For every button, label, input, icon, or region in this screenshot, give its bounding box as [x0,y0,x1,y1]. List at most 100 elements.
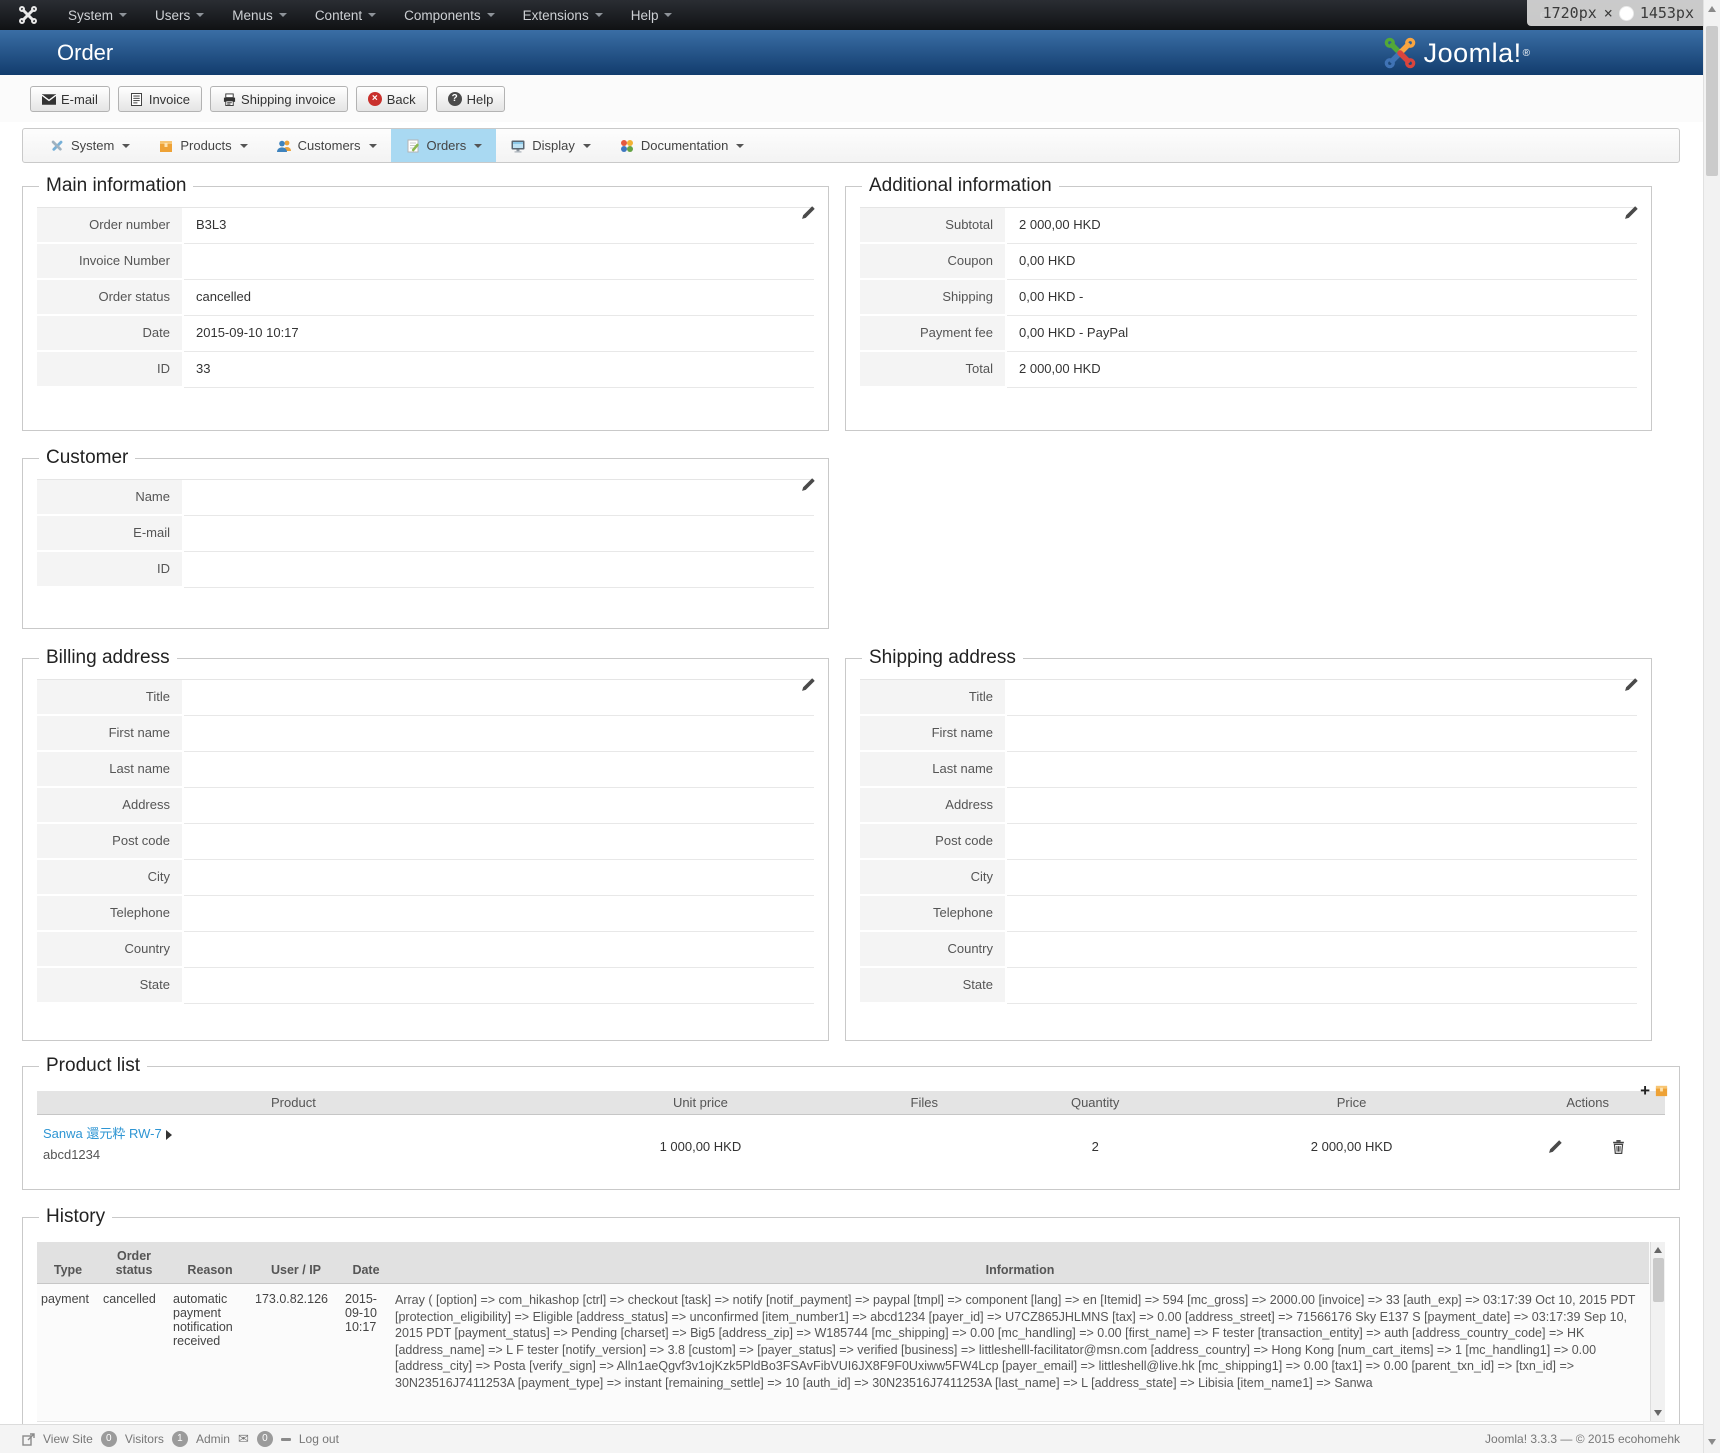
field-value: 0,00 HKD - [1007,280,1637,316]
field-value [1007,716,1637,752]
admin-menu-help[interactable]: Help [617,0,687,30]
field-row: City [37,860,814,896]
hikashop-menu-system[interactable]: System [35,129,144,162]
shipping-invoice-button[interactable]: Shipping invoice [210,86,348,112]
column-header: User / IP [270,1263,322,1277]
hikashop-menu-display[interactable]: Display [496,129,605,162]
field-row: First name [37,716,814,752]
chevron-down-icon [474,143,483,148]
scroll-down-icon[interactable] [1708,1439,1716,1445]
edit-pencil-icon[interactable] [1624,677,1639,692]
trash-icon[interactable] [1612,1139,1627,1154]
menu-label: Orders [426,138,467,153]
add-product-icon[interactable]: + [1640,1082,1650,1099]
menu-label: Menus [232,7,273,23]
help-button[interactable]: ? Help [435,86,506,112]
column-header: Date [352,1263,380,1277]
field-label: Coupon [860,244,1005,280]
field-label: Last name [37,752,182,788]
admin-menu-users[interactable]: Users [141,0,218,30]
hikashop-menu-documentation[interactable]: Documentation [605,129,758,162]
visitors-link[interactable]: Visitors [125,1432,164,1446]
tools-icon [49,138,65,154]
admin-menu-content[interactable]: Content [301,0,390,30]
invoice-button[interactable]: Invoice [117,86,203,112]
browser-scrollbar[interactable] [1703,0,1720,1453]
invoice-icon [130,92,144,106]
field-label: Address [37,788,182,824]
field-value [184,680,814,716]
field-value [184,752,814,788]
history-row: payment cancelled automatic payment noti… [37,1284,1649,1399]
hikashop-menu-orders[interactable]: Orders [390,129,497,162]
hikashop-menu-customers[interactable]: Customers [262,129,391,162]
back-button[interactable]: × Back [355,86,428,112]
field-label: Post code [37,824,182,860]
admin-menu-components[interactable]: Components [390,0,509,30]
field-row: ID [37,552,814,588]
scroll-up-icon[interactable] [1708,6,1716,12]
menu-label: Display [532,138,575,153]
chevron-down-icon [239,143,248,148]
view-site-link[interactable]: View Site [43,1432,93,1446]
history-information: Array ( [option] => com_hikashop [ctrl] … [395,1293,1636,1390]
history-scroll-area: Type Order status Reason User / IP Date … [37,1242,1665,1422]
panel-legend: Main information [46,175,187,196]
field-row: Payment fee 0,00 HKD - PayPal [860,316,1637,352]
field-row: State [37,968,814,1004]
field-value [1007,752,1637,788]
field-value: 2 000,00 HKD [1007,208,1637,244]
field-label: Country [37,932,182,968]
menu-label: Users [155,7,191,23]
field-label: Last name [860,752,1005,788]
field-label: Order status [37,280,182,316]
field-row: Last name [860,752,1637,788]
product-code: abcd1234 [43,1147,101,1162]
edit-pencil-icon[interactable] [801,477,816,492]
field-value [184,552,814,588]
field-row: E-mail [37,516,814,552]
joomla-admin-logo-icon [18,5,38,25]
history-scrollbar[interactable] [1650,1242,1665,1421]
field-label: Country [860,932,1005,968]
chevron-down-icon [594,13,603,17]
field-label: ID [37,552,182,588]
admin-menu-extensions[interactable]: Extensions [509,0,617,30]
edit-pencil-icon[interactable] [801,677,816,692]
messages-envelope-icon[interactable]: ✉ [238,1431,249,1447]
field-row: Post code [37,824,814,860]
logout-link[interactable]: Log out [299,1432,339,1446]
field-label: Address [860,788,1005,824]
scrollbar-thumb[interactable] [1653,1258,1664,1302]
admin-link[interactable]: Admin [196,1432,230,1446]
field-row: Country [37,932,814,968]
field-value [1007,896,1637,932]
admin-menu-system[interactable]: System [54,0,141,30]
field-label: Title [860,680,1005,716]
field-value [1007,932,1637,968]
edit-pencil-icon[interactable] [1624,205,1639,220]
field-label: First name [860,716,1005,752]
registered-mark: ® [1522,47,1530,59]
joomla-logo-mark [1384,37,1415,69]
product-link[interactable]: Sanwa 還元粋 RW-7 [43,1126,162,1141]
scrollbar-thumb[interactable] [1706,26,1718,176]
product-box-icon[interactable] [1654,1083,1669,1098]
history-panel: History Type Order status Reason User / … [22,1206,1680,1443]
joomla-logo: Joomla! ® [1383,36,1530,70]
field-label: Subtotal [860,208,1005,244]
page-title-bar: Order Joomla! ® [0,30,1720,75]
field-row: Telephone [860,896,1637,932]
admin-menu-menus[interactable]: Menus [218,0,301,30]
field-value: cancelled [184,280,814,316]
menu-label: Components [404,7,481,23]
scroll-up-icon[interactable] [1654,1247,1662,1253]
menu-label: System [68,7,114,23]
scroll-down-icon[interactable] [1654,1410,1662,1416]
email-button[interactable]: E-mail [30,86,110,112]
field-label: Date [37,316,182,352]
edit-pencil-icon[interactable] [801,205,816,220]
hikashop-menu-products[interactable]: Products [144,129,261,162]
field-value: 0,00 HKD - PayPal [1007,316,1637,352]
edit-pencil-icon[interactable] [1548,1139,1563,1154]
